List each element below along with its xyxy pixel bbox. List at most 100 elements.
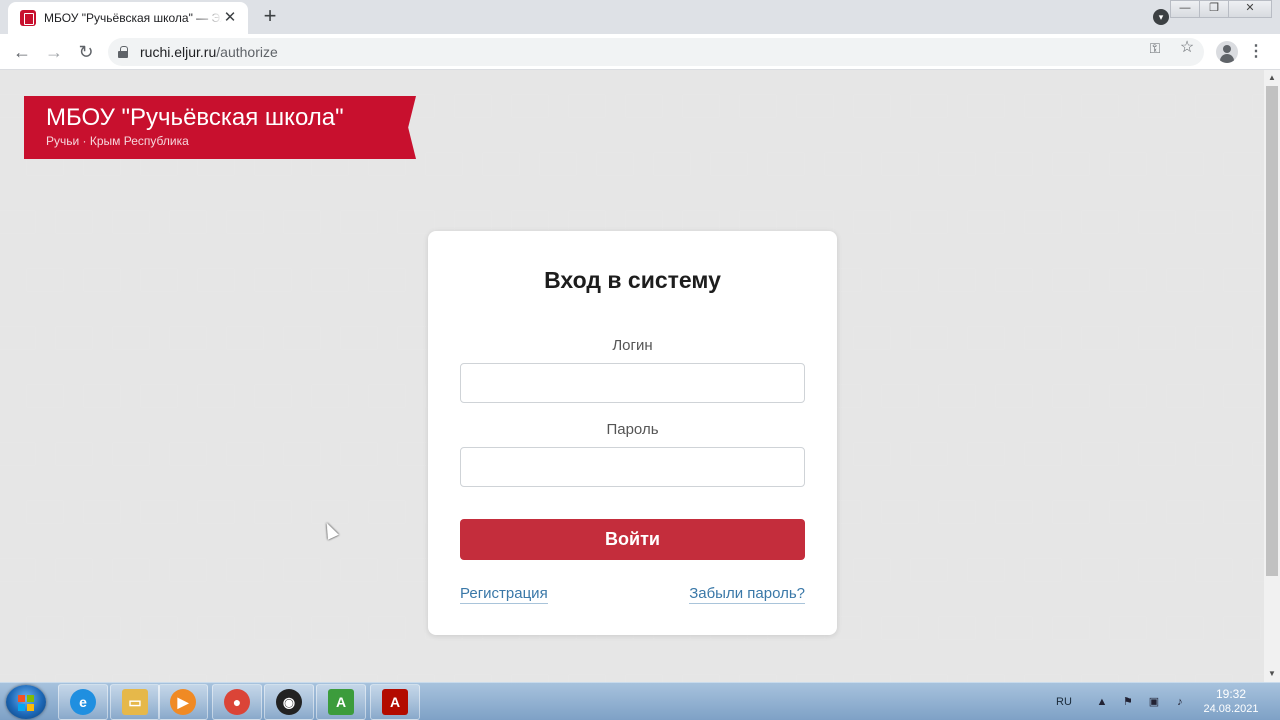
windows-logo-icon [18,704,25,711]
pattern-tile [1166,152,1204,176]
minimize-button[interactable]: — [1170,0,1200,18]
login-input[interactable] [460,363,805,403]
pattern-tile [83,616,121,640]
school-banner[interactable]: МБОУ "Ручьёвская школа" Ручьи · Крым Рес… [24,96,416,159]
browser-tab[interactable]: МБОУ "Ручьёвская школа" — Эл ✕ [8,2,248,34]
pattern-tile [1052,500,1090,524]
restore-button[interactable]: ❐ [1199,0,1229,18]
pattern-tile [596,152,634,176]
pattern-tile [254,500,292,524]
arrow-left-icon[interactable]: ← [10,40,34,64]
file-explorer-icon: ▭ [122,689,148,715]
scroll-thumb[interactable] [1266,86,1278,576]
address-bar[interactable]: ruchi.eljur.ru/authorize [108,38,1204,66]
url-text[interactable]: ruchi.eljur.ru/authorize [140,44,278,60]
pattern-tile [938,384,976,408]
adobe-acrobat-icon: A [382,689,408,715]
pattern-tile [1138,674,1176,682]
pattern-tile [938,500,976,524]
scroll-up-arrow-icon[interactable]: ▲ [1264,70,1280,86]
pattern-tile [938,268,976,292]
kebab-menu-icon[interactable]: ⋮ [1248,40,1264,64]
pattern-tile [1081,442,1119,466]
key-icon[interactable]: ⚿ [1146,40,1164,56]
pattern-tile [1195,210,1233,234]
pattern-tile [340,210,378,234]
start-button[interactable] [6,685,46,719]
action-center-flag-icon[interactable]: ⚑ [1120,694,1136,710]
pattern-tile [910,94,948,118]
pattern-tile [967,558,1005,582]
pattern-tile [1138,210,1176,234]
taskbar-media-player[interactable]: ▶ [158,684,208,720]
arrow-right-icon[interactable]: → [42,40,66,64]
pattern-tile [1223,152,1261,176]
taskbar-chrome[interactable]: ● [212,684,262,720]
pattern-tile [625,674,663,682]
pattern-tile [1024,326,1062,350]
pattern-tile [397,210,435,234]
forgot-password-link[interactable]: Забыли пароль? [689,585,805,604]
pattern-tile [368,500,406,524]
pattern-tile [140,500,178,524]
pattern-tile [995,500,1033,524]
taskbar-adobe-acrobat[interactable]: A [370,684,420,720]
register-link[interactable]: Регистрация [460,585,548,604]
pattern-tile [0,674,36,682]
pattern-tile [938,616,976,640]
pattern-tile [995,384,1033,408]
window-controls: — ❐ ✕ [1170,0,1272,18]
pattern-tile [226,674,264,682]
pattern-tile [1195,326,1233,350]
reload-icon[interactable]: ↻ [74,40,98,64]
pattern-tile [853,674,891,682]
adobe-acrobat-reader-ap-icon: A [328,689,354,715]
network-icon[interactable]: ▣ [1146,694,1162,710]
pattern-tile [1138,442,1176,466]
pattern-tile [283,210,321,234]
pattern-tile [140,268,178,292]
tab-title: МБОУ "Ручьёвская школа" — Эл [44,11,222,25]
pattern-tile [881,152,919,176]
pattern-tile [55,674,93,682]
pattern-tile [340,326,378,350]
tab-search-icon[interactable]: ▾ [1153,9,1169,25]
password-input[interactable] [460,447,805,487]
pattern-tile [26,268,64,292]
taskbar-file-explorer[interactable]: ▭ [110,684,160,720]
pattern-tile [682,674,720,682]
pattern-tile [625,94,663,118]
pattern-tile [55,210,93,234]
star-icon[interactable]: ☆ [1178,40,1196,56]
pattern-tile [853,558,891,582]
vertical-scrollbar[interactable]: ▲ ▼ [1264,70,1280,682]
pattern-tile [283,326,321,350]
clock[interactable]: 19:32 24.08.2021 [1196,687,1266,715]
taskbar-adobe-acrobat-reader-ap[interactable]: A [316,684,366,720]
pattern-tile [1109,616,1147,640]
language-indicator[interactable]: RU [1056,696,1072,708]
pattern-tile [938,152,976,176]
pattern-tile [967,210,1005,234]
pattern-tile [26,616,64,640]
pattern-tile [1052,616,1090,640]
login-button[interactable]: Войти [460,519,805,560]
pattern-tile [710,152,748,176]
taskbar-internet-explorer[interactable]: e [58,684,108,720]
close-window-button[interactable]: ✕ [1228,0,1272,18]
profile-icon[interactable] [1216,41,1238,63]
pattern-tile [1166,616,1204,640]
pattern-tile [995,152,1033,176]
pattern-tile [881,384,919,408]
tab-close-icon[interactable]: ✕ [222,10,238,26]
windows-logo-icon [27,695,34,702]
new-tab-button[interactable]: + [258,5,282,29]
volume-icon[interactable]: ♪ [1172,694,1188,710]
pattern-tile [1223,500,1261,524]
scroll-down-arrow-icon[interactable]: ▼ [1264,666,1280,682]
pattern-tile [910,558,948,582]
pattern-tile [767,152,805,176]
show-hidden-icons-icon[interactable]: ▲ [1094,694,1110,710]
pattern-tile [682,94,720,118]
taskbar-obs-studio[interactable]: ◉ [264,684,314,720]
